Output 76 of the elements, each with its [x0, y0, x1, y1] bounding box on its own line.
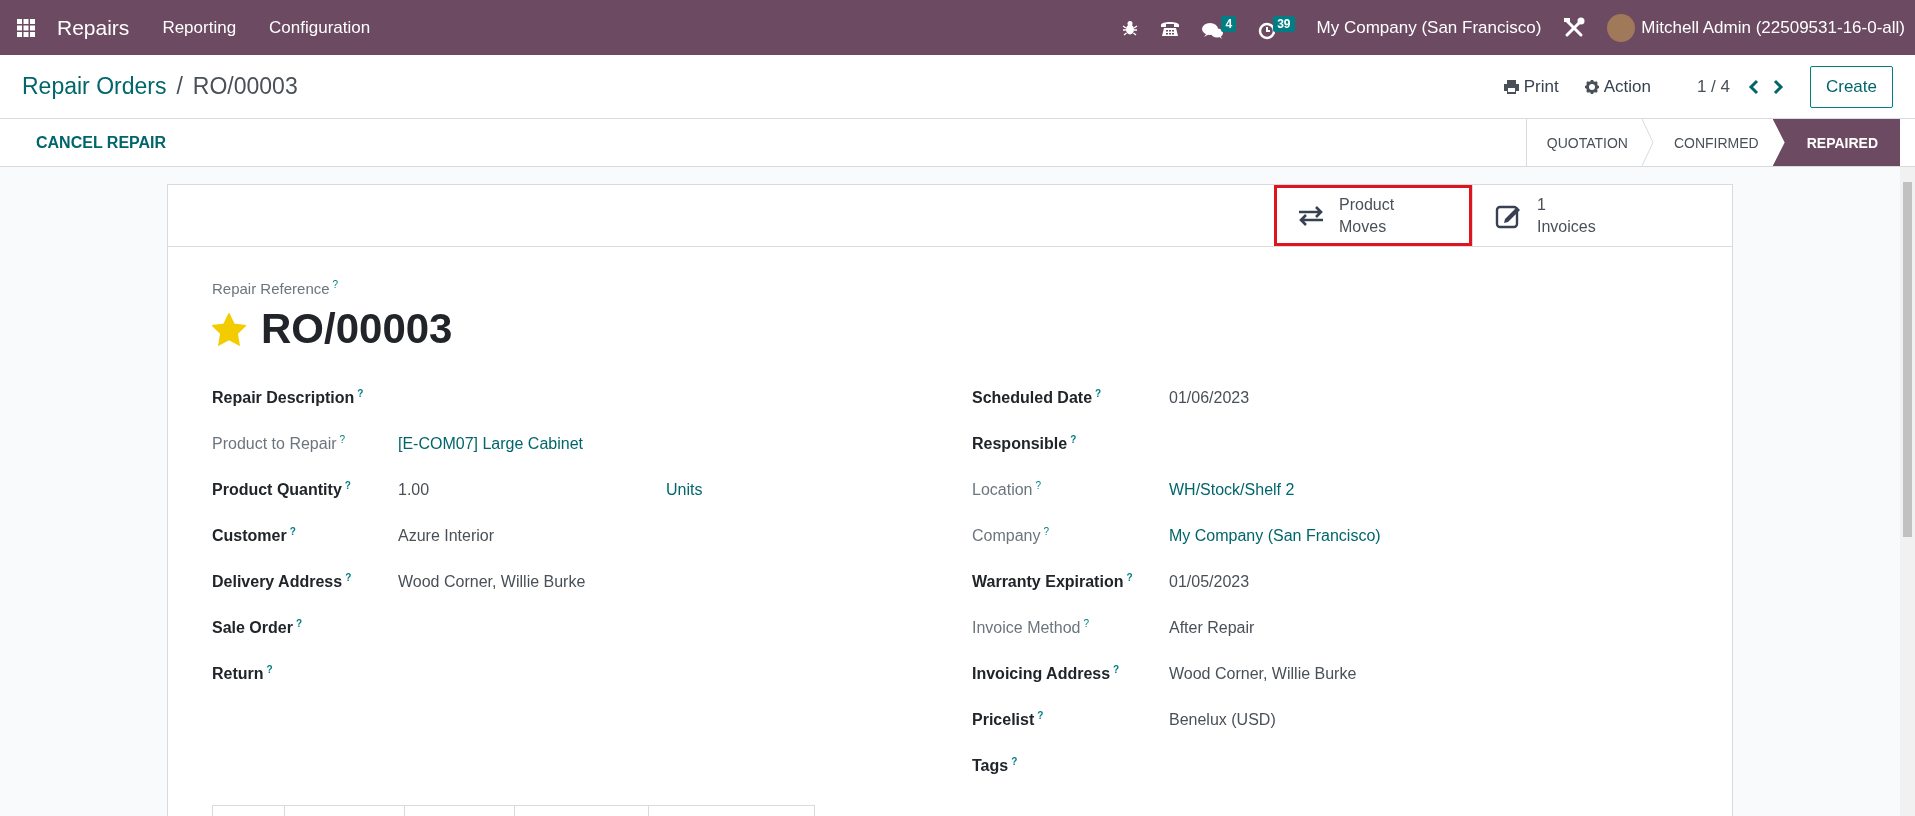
- field-label: Tags $^{?}$: [972, 756, 1019, 776]
- breadcrumb-current: RO/00003: [192, 73, 298, 100]
- tools-icon[interactable]: [1563, 16, 1586, 39]
- pager-value[interactable]: 1 / 4: [1696, 76, 1730, 97]
- previous-icon[interactable]: [1747, 78, 1760, 95]
- field-label: Company $^{?}$: [972, 526, 1051, 546]
- record-title: RO/00003: [261, 305, 453, 353]
- help-tooltip-mark[interactable]: ?: [1035, 480, 1042, 492]
- action-button[interactable]: Action: [1580, 72, 1655, 101]
- field-label: Pricelist $^{?}$: [972, 710, 1045, 730]
- help-tooltip-mark[interactable]: ?: [1043, 526, 1050, 538]
- field-label: Sale Order $^{?}$: [212, 618, 304, 638]
- breadcrumb-link[interactable]: Repair Orders: [22, 73, 167, 100]
- user-menu[interactable]: Mitchell Admin (22509531-16-0-all): [1641, 17, 1905, 38]
- cancel-repair-button[interactable]: CANCEL REPAIR: [24, 127, 179, 158]
- message-count-badge: 4: [1221, 15, 1237, 32]
- help-tooltip-mark[interactable]: ?: [345, 572, 352, 584]
- clock-icon[interactable]: [1258, 21, 1277, 40]
- create-button[interactable]: Create: [1809, 65, 1893, 108]
- unit-value[interactable]: Units: [666, 481, 703, 499]
- field-value: 01/06/2023: [1169, 389, 1250, 407]
- help-tooltip-mark[interactable]: ?: [1113, 664, 1120, 676]
- app-name[interactable]: Repairs: [57, 15, 130, 40]
- field-value[interactable]: WH/Stock/Shelf 2: [1169, 481, 1295, 499]
- breadcrumb-separator: /: [176, 73, 183, 100]
- help-tooltip-mark[interactable]: ?: [1037, 710, 1044, 722]
- help-tooltip-mark[interactable]: ?: [332, 279, 339, 290]
- status-stage[interactable]: REPAIRED: [1772, 119, 1900, 166]
- print-button[interactable]: Print: [1499, 72, 1563, 101]
- field-label: Invoicing Address $^{?}$: [972, 664, 1121, 684]
- bug-icon[interactable]: [1122, 19, 1139, 36]
- field-value: 01/05/2023: [1169, 573, 1250, 591]
- star-icon[interactable]: [212, 312, 246, 346]
- field-label: Delivery Address $^{?}$: [212, 572, 353, 592]
- field-label: Repair Description $^{?}$: [212, 388, 365, 408]
- field-value: Azure Interior: [398, 527, 496, 545]
- company-switcher[interactable]: My Company (San Francisco): [1316, 17, 1542, 38]
- help-tooltip-mark[interactable]: ?: [266, 664, 273, 676]
- activity-count-badge: 39: [1273, 15, 1295, 32]
- field-value: Wood Corner, Willie Burke: [398, 573, 587, 591]
- field-value: 1.00: [398, 481, 431, 499]
- scrollbar[interactable]: [1900, 167, 1915, 816]
- field-label: Product to Repair $^{?}$: [212, 434, 347, 454]
- field-label: Warranty Expiration $^{?}$: [972, 572, 1134, 592]
- next-icon[interactable]: [1771, 78, 1784, 95]
- field-label: Return $^{?}$: [212, 664, 274, 684]
- chat-icon[interactable]: [1202, 21, 1225, 40]
- menu-item[interactable]: Configuration: [269, 17, 371, 38]
- printer-icon: [1503, 79, 1519, 94]
- field-value: After Repair: [1169, 619, 1255, 637]
- field-label: Responsible $^{?}$: [972, 434, 1078, 454]
- field-label: Product Quantity $^{?}$: [212, 480, 352, 500]
- gear-icon: [1584, 79, 1599, 94]
- help-tooltip-mark[interactable]: ?: [1126, 572, 1133, 584]
- field-label: Scheduled Date $^{?}$: [972, 388, 1103, 408]
- help-tooltip-mark[interactable]: ?: [289, 526, 296, 538]
- field-value[interactable]: [E-COM07] Large Cabinet: [398, 435, 666, 453]
- field-label: Invoice Method $^{?}$: [972, 618, 1091, 638]
- swap-arrows-icon: [1297, 204, 1325, 227]
- help-tooltip-mark[interactable]: ?: [1011, 756, 1018, 768]
- menu-item[interactable]: Reporting: [162, 17, 237, 38]
- field-label: Location $^{?}$: [972, 480, 1043, 500]
- field-label: Repair Reference $^{?}$: [212, 279, 340, 297]
- help-tooltip-mark[interactable]: ?: [1070, 434, 1077, 446]
- help-tooltip-mark[interactable]: ?: [357, 388, 364, 400]
- field-label: Customer $^{?}$: [212, 526, 297, 546]
- help-tooltip-mark[interactable]: ?: [1083, 618, 1090, 630]
- field-value: Wood Corner, Willie Burke: [1169, 665, 1357, 683]
- help-tooltip-mark[interactable]: ?: [339, 434, 346, 446]
- field-value[interactable]: My Company (San Francisco): [1169, 527, 1381, 545]
- help-tooltip-mark[interactable]: ?: [344, 480, 351, 492]
- help-tooltip-mark[interactable]: ?: [1095, 388, 1102, 400]
- smart-button[interactable]: Product Moves: [1274, 185, 1472, 246]
- apps-grid-icon[interactable]: [17, 18, 35, 37]
- field-value: Benelux (USD): [1169, 711, 1276, 729]
- help-tooltip-mark[interactable]: ?: [295, 618, 303, 630]
